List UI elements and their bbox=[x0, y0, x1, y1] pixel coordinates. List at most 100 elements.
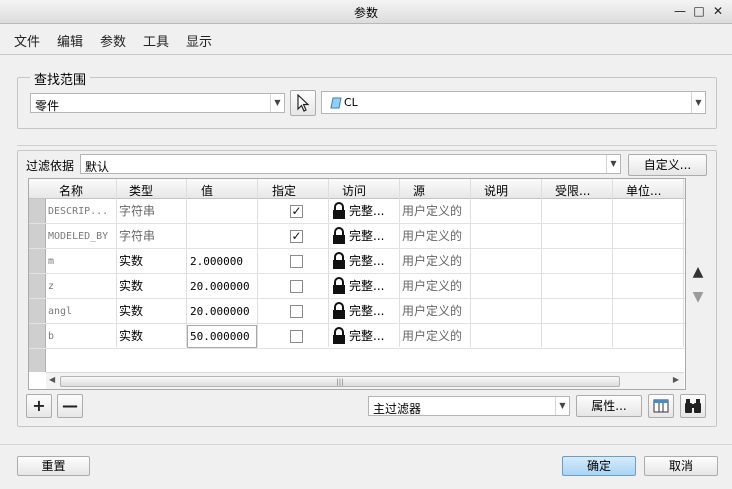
horizontal-scrollbar[interactable]: ◀ ||| ▶ bbox=[46, 372, 684, 389]
cell-name: m bbox=[48, 256, 55, 267]
cell-access: 完整... bbox=[349, 204, 385, 218]
cell-type: 实数 bbox=[119, 254, 144, 268]
reset-button[interactable]: 重置 bbox=[17, 456, 90, 476]
menu-edit[interactable]: 编辑 bbox=[57, 31, 83, 50]
filter-select[interactable]: 默认 ▼ bbox=[80, 154, 621, 174]
cell-value[interactable]: 2.000000 bbox=[190, 249, 243, 274]
cell-type: 实数 bbox=[119, 279, 144, 293]
designated-checkbox[interactable] bbox=[290, 305, 303, 318]
close-icon[interactable]: ✕ bbox=[710, 3, 726, 19]
column-header-source[interactable]: 源 bbox=[413, 182, 425, 199]
cell-source: 用户定义的 bbox=[402, 304, 463, 318]
scope-type-select[interactable]: 零件 ▼ bbox=[30, 93, 285, 113]
table-header: 名称 类型 值 指定 访问 源 说明 受限... 单位... bbox=[29, 179, 685, 199]
chevron-down-icon: ▼ bbox=[606, 155, 620, 173]
columns-button[interactable] bbox=[648, 394, 674, 418]
cell-source: 用户定义的 bbox=[402, 254, 463, 268]
menu-display[interactable]: 显示 bbox=[186, 31, 212, 50]
cell-value[interactable]: 20.000000 bbox=[190, 274, 250, 299]
scroll-left-icon[interactable]: ◀ bbox=[49, 375, 55, 384]
lock-icon bbox=[333, 302, 345, 319]
cell-type: 字符串 bbox=[119, 204, 156, 218]
menu-bar: 文件 编辑 参数 工具 显示 bbox=[0, 24, 732, 54]
designated-checkbox[interactable] bbox=[290, 280, 303, 293]
column-header-name[interactable]: 名称 bbox=[59, 182, 83, 199]
designated-checkbox[interactable]: ✓ bbox=[290, 205, 303, 218]
cell-source: 用户定义的 bbox=[402, 204, 463, 218]
column-header-value[interactable]: 值 bbox=[201, 182, 213, 199]
select-object-button[interactable] bbox=[290, 90, 316, 116]
designated-checkbox[interactable] bbox=[290, 330, 303, 343]
cell-name: angl bbox=[48, 306, 73, 317]
cell-access: 完整... bbox=[349, 279, 385, 293]
menu-tools[interactable]: 工具 bbox=[143, 31, 169, 50]
cell-name: b bbox=[48, 331, 55, 342]
filter-label: 过滤依据 bbox=[26, 159, 75, 173]
cell-type: 实数 bbox=[119, 329, 144, 343]
table-columns-icon bbox=[653, 399, 669, 413]
scope-object-value: CL bbox=[344, 96, 358, 109]
cursor-arrow-icon bbox=[297, 93, 310, 112]
designated-checkbox[interactable]: ✓ bbox=[290, 230, 303, 243]
lock-icon bbox=[333, 277, 345, 294]
find-button[interactable] bbox=[680, 394, 706, 418]
footer-divider bbox=[0, 444, 732, 445]
scroll-right-icon[interactable]: ▶ bbox=[673, 375, 679, 384]
filter-value: 默认 bbox=[85, 160, 110, 174]
remove-parameter-button[interactable]: — bbox=[57, 394, 83, 418]
cell-source: 用户定义的 bbox=[402, 329, 463, 343]
parameters-table: 名称 类型 值 指定 访问 源 说明 受限... 单位... DESCRIP..… bbox=[28, 178, 686, 390]
cell-access: 完整... bbox=[349, 229, 385, 243]
search-scope-label: 查找范围 bbox=[30, 69, 91, 88]
minus-icon: — bbox=[62, 396, 78, 415]
cell-name: MODELED_BY bbox=[48, 231, 109, 242]
cell-name: DESCRIP... bbox=[48, 206, 109, 217]
scope-object-select[interactable]: CL ▼ bbox=[321, 91, 706, 114]
maximize-icon[interactable]: □ bbox=[691, 3, 707, 19]
ok-button[interactable]: 确定 bbox=[562, 456, 636, 476]
table-row[interactable]: DESCRIP... 字符串 ✓ 完整... 用户定义的 bbox=[29, 199, 685, 224]
scope-type-value: 零件 bbox=[35, 99, 60, 113]
minimize-icon[interactable]: — bbox=[672, 3, 688, 19]
cell-source: 用户定义的 bbox=[402, 229, 463, 243]
add-parameter-button[interactable]: + bbox=[26, 394, 52, 418]
customize-filter-button[interactable]: 自定义... bbox=[628, 154, 707, 176]
arrow-down-icon[interactable]: ▼ bbox=[690, 289, 706, 305]
table-row[interactable]: m 实数 2.000000 完整... 用户定义的 bbox=[29, 249, 685, 274]
cell-name: z bbox=[48, 281, 55, 292]
cell-source: 用户定义的 bbox=[402, 279, 463, 293]
cell-type: 实数 bbox=[119, 304, 144, 318]
cell-access: 完整... bbox=[349, 254, 385, 268]
part-icon bbox=[330, 97, 342, 109]
chevron-down-icon: ▼ bbox=[555, 397, 569, 415]
table-row[interactable]: MODELED_BY 字符串 ✓ 完整... 用户定义的 bbox=[29, 224, 685, 249]
cell-access: 完整... bbox=[349, 329, 385, 343]
arrow-up-icon[interactable]: ▲ bbox=[690, 264, 706, 280]
column-header-unit[interactable]: 单位... bbox=[626, 182, 682, 199]
lock-icon bbox=[333, 227, 345, 244]
properties-button[interactable]: 属性... bbox=[576, 395, 642, 417]
lock-icon bbox=[333, 202, 345, 219]
binoculars-icon bbox=[685, 399, 701, 413]
cell-value[interactable]: 50.000000 bbox=[190, 324, 250, 349]
chevron-down-icon: ▼ bbox=[691, 92, 705, 113]
column-header-access[interactable]: 访问 bbox=[342, 182, 366, 199]
table-row[interactable]: b 实数 50.000000 完整... 用户定义的 bbox=[29, 324, 685, 349]
table-row[interactable]: z 实数 20.000000 完整... 用户定义的 bbox=[29, 274, 685, 299]
column-header-designated[interactable]: 指定 bbox=[272, 182, 296, 199]
scrollbar-thumb[interactable]: ||| bbox=[60, 376, 620, 387]
menu-file[interactable]: 文件 bbox=[14, 31, 40, 50]
main-filter-select[interactable]: 主过滤器 ▼ bbox=[368, 396, 570, 416]
lock-icon bbox=[333, 252, 345, 269]
table-row[interactable]: angl 实数 20.000000 完整... 用户定义的 bbox=[29, 299, 685, 324]
column-header-description[interactable]: 说明 bbox=[484, 182, 508, 199]
cancel-button[interactable]: 取消 bbox=[644, 456, 718, 476]
lock-icon bbox=[333, 327, 345, 344]
cell-type: 字符串 bbox=[119, 229, 156, 243]
menu-parameters[interactable]: 参数 bbox=[100, 31, 126, 50]
title-bar: 参数 — □ ✕ bbox=[0, 0, 732, 24]
column-header-type[interactable]: 类型 bbox=[129, 182, 153, 199]
cell-value[interactable]: 20.000000 bbox=[190, 299, 250, 324]
designated-checkbox[interactable] bbox=[290, 255, 303, 268]
column-header-restricted[interactable]: 受限... bbox=[555, 182, 615, 199]
